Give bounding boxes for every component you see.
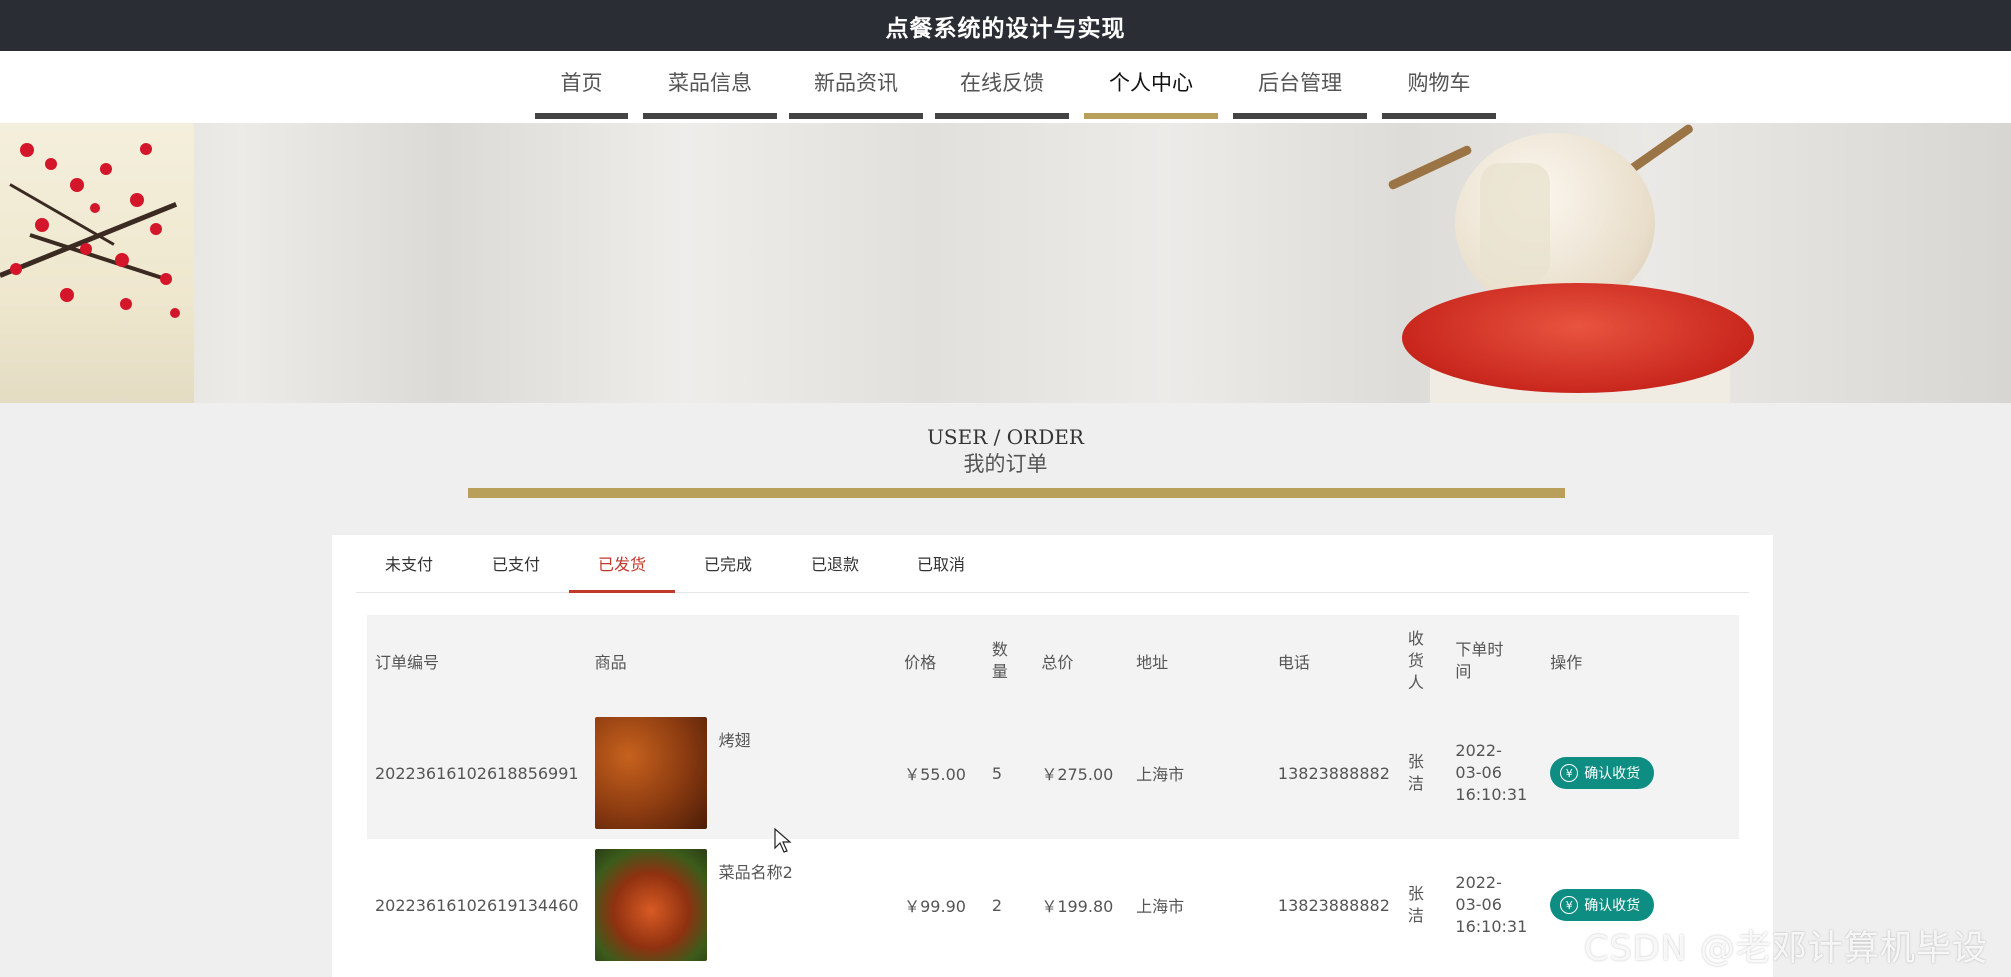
- csdn-watermark: CSDN @老邓计算机毕设: [1584, 929, 1988, 969]
- receiver: 张洁: [1407, 752, 1424, 793]
- main-nav: 首页 菜品信息 新品资讯 在线反馈 个人中心 后台管理 购物车: [0, 51, 2011, 123]
- header-phone: 电话: [1277, 653, 1310, 672]
- total: ￥199.80: [1041, 897, 1114, 916]
- nav-item-feedback[interactable]: 在线反馈: [935, 51, 1069, 119]
- total: ￥275.00: [1041, 765, 1114, 784]
- confirm-receipt-button[interactable]: ¥ 确认收货: [1550, 889, 1655, 921]
- mouse-cursor-icon: [774, 828, 792, 853]
- plum-blossom-image: [0, 123, 194, 403]
- wings-photo: [594, 717, 707, 829]
- orders-panel: 未支付 已支付 已发货 已完成 已退款 已取消 订单编号 商品 价格 数量 总价…: [332, 535, 1773, 977]
- cake-image: [1402, 283, 1754, 393]
- phone: 13823888882: [1277, 895, 1390, 915]
- header-order-time: 下单时间: [1455, 640, 1504, 681]
- table-row: 20223616102618856991 烤翅 ￥55.00 5 ￥275.00…: [367, 707, 1739, 839]
- tab-shipped[interactable]: 已发货: [569, 535, 675, 593]
- quantity: 5: [991, 763, 1003, 783]
- tab-paid[interactable]: 已支付: [463, 535, 569, 590]
- order-no: 20223616102619134460: [375, 895, 579, 915]
- product-name: 烤翅: [718, 731, 751, 750]
- header-product: 商品: [594, 653, 627, 672]
- phone: 13823888882: [1277, 763, 1390, 783]
- tab-refunded[interactable]: 已退款: [782, 535, 888, 590]
- confirm-receipt-button[interactable]: ¥ 确认收货: [1550, 757, 1655, 789]
- action-cell: ¥ 确认收货: [1542, 707, 1739, 839]
- receiver: 张洁: [1407, 884, 1424, 925]
- address: 上海市: [1136, 897, 1185, 916]
- table-header-row: 订单编号 商品 价格 数量 总价 地址 电话 收货人 下单时间 操作: [367, 615, 1739, 707]
- section-title-cn: 我的订单: [963, 452, 1048, 476]
- address: 上海市: [1136, 765, 1185, 784]
- header-total: 总价: [1041, 653, 1074, 672]
- order-status-tabs: 未支付 已支付 已发货 已完成 已退款 已取消: [356, 535, 1749, 593]
- shrimp-photo: [594, 849, 707, 961]
- nav-item-user-center[interactable]: 个人中心: [1084, 51, 1218, 119]
- nav-item-cart[interactable]: 购物车: [1382, 51, 1496, 119]
- tab-cancelled[interactable]: 已取消: [888, 535, 994, 590]
- header-qty: 数量: [991, 640, 1008, 681]
- tab-unpaid[interactable]: 未支付: [356, 535, 462, 590]
- header-receiver: 收货人: [1407, 629, 1424, 692]
- price: ￥99.90: [904, 897, 966, 916]
- nav-item-dishes[interactable]: 菜品信息: [643, 51, 777, 119]
- header-order-no: 订单编号: [375, 653, 440, 672]
- order-time: 2022- 03-06 16:10:31: [1455, 741, 1528, 804]
- yen-icon: ¥: [1560, 896, 1579, 914]
- tab-completed[interactable]: 已完成: [675, 535, 781, 590]
- product-name: 菜品名称2: [718, 863, 793, 882]
- section-divider: [468, 488, 1565, 498]
- price: ￥55.00: [904, 765, 966, 784]
- header-price: 价格: [904, 653, 937, 672]
- nav-item-admin[interactable]: 后台管理: [1233, 51, 1367, 119]
- order-time: 2022- 03-06 16:10:31: [1455, 873, 1528, 936]
- nav-item-home[interactable]: 首页: [535, 51, 628, 119]
- header-address: 地址: [1136, 653, 1169, 672]
- product-cell: 烤翅: [587, 707, 897, 839]
- header-action: 操作: [1550, 653, 1583, 672]
- site-title: 点餐系统的设计与实现: [0, 0, 2011, 51]
- yen-icon: ¥: [1560, 764, 1579, 782]
- nav-item-news[interactable]: 新品资讯: [789, 51, 923, 119]
- section-title-en: USER / ORDER: [927, 425, 1084, 449]
- orders-table: 订单编号 商品 价格 数量 总价 地址 电话 收货人 下单时间 操作 20223…: [367, 615, 1739, 971]
- order-no: 20223616102618856991: [375, 763, 579, 783]
- hero-banner: [0, 123, 2011, 403]
- table-row: 20223616102619134460 菜品名称2 ￥99.90 2 ￥199…: [367, 839, 1739, 971]
- product-cell: 菜品名称2: [587, 839, 897, 971]
- quantity: 2: [991, 895, 1003, 915]
